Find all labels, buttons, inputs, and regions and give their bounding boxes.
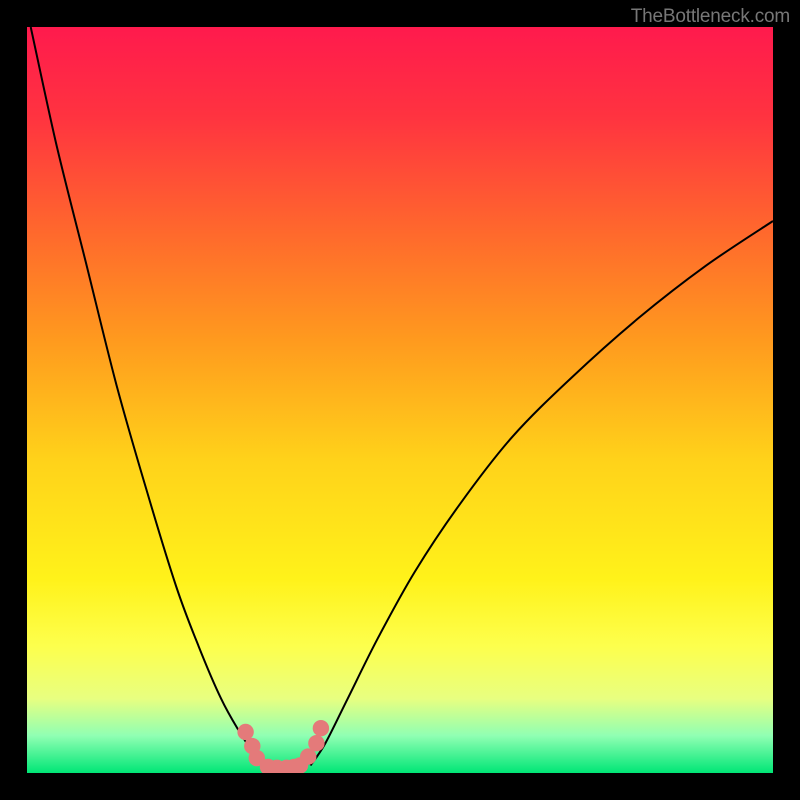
curve-right bbox=[311, 221, 774, 766]
chart-svg bbox=[27, 27, 773, 773]
curve-left bbox=[31, 27, 266, 769]
dot bbox=[237, 724, 253, 740]
trough-dots bbox=[237, 720, 329, 773]
watermark-text: TheBottleneck.com bbox=[631, 6, 790, 28]
plot-area bbox=[27, 27, 773, 773]
dot bbox=[313, 720, 329, 736]
dot bbox=[308, 735, 324, 751]
